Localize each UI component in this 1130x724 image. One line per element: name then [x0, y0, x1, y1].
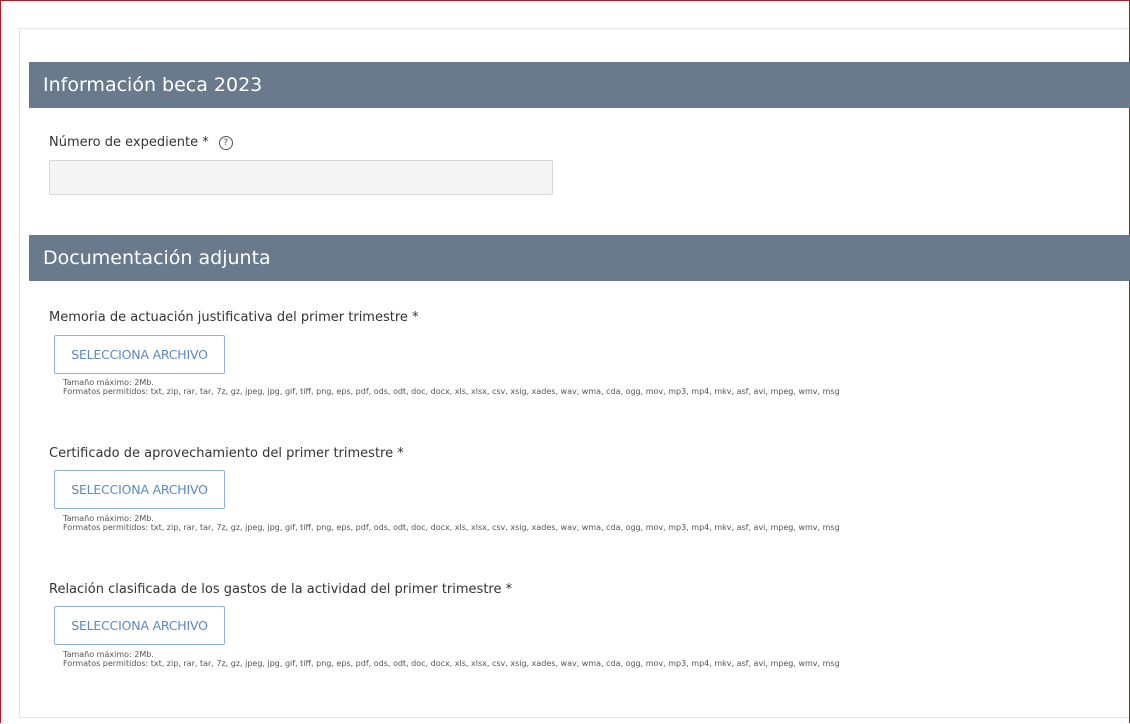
- select-file-button[interactable]: SELECCIONA ARCHIVO: [54, 335, 225, 374]
- section-title-info: Información beca 2023: [43, 74, 263, 96]
- allowed-formats-text: Formatos permitidos: txt, zip, rar, tar,…: [63, 387, 840, 396]
- expediente-label: Número de expediente *: [49, 135, 209, 150]
- max-size-text: Tamaño máximo: 2Mb.: [63, 650, 154, 659]
- document-label: Certificado de aprovechamiento del prime…: [49, 446, 404, 461]
- select-file-button[interactable]: SELECCIONA ARCHIVO: [54, 606, 225, 645]
- section-header-info: Información beca 2023: [29, 62, 1130, 108]
- expediente-label-row: Número de expediente *?: [49, 135, 233, 150]
- section-title-docs: Documentación adjunta: [43, 247, 271, 269]
- question-circle-icon[interactable]: ?: [218, 136, 233, 150]
- document-label: Relación clasificada de los gastos de la…: [49, 582, 513, 597]
- file-constraints: Tamaño máximo: 2Mb. Formatos permitidos:…: [63, 650, 840, 668]
- max-size-text: Tamaño máximo: 2Mb.: [63, 514, 154, 523]
- expediente-input[interactable]: [49, 160, 553, 195]
- file-constraints: Tamaño máximo: 2Mb. Formatos permitidos:…: [63, 378, 840, 396]
- section-header-docs: Documentación adjunta: [29, 235, 1130, 281]
- document-label: Memoria de actuación justificativa del p…: [49, 310, 419, 325]
- select-file-button[interactable]: SELECCIONA ARCHIVO: [54, 470, 225, 509]
- file-constraints: Tamaño máximo: 2Mb. Formatos permitidos:…: [63, 514, 840, 532]
- allowed-formats-text: Formatos permitidos: txt, zip, rar, tar,…: [63, 523, 840, 532]
- max-size-text: Tamaño máximo: 2Mb.: [63, 378, 154, 387]
- allowed-formats-text: Formatos permitidos: txt, zip, rar, tar,…: [63, 659, 840, 668]
